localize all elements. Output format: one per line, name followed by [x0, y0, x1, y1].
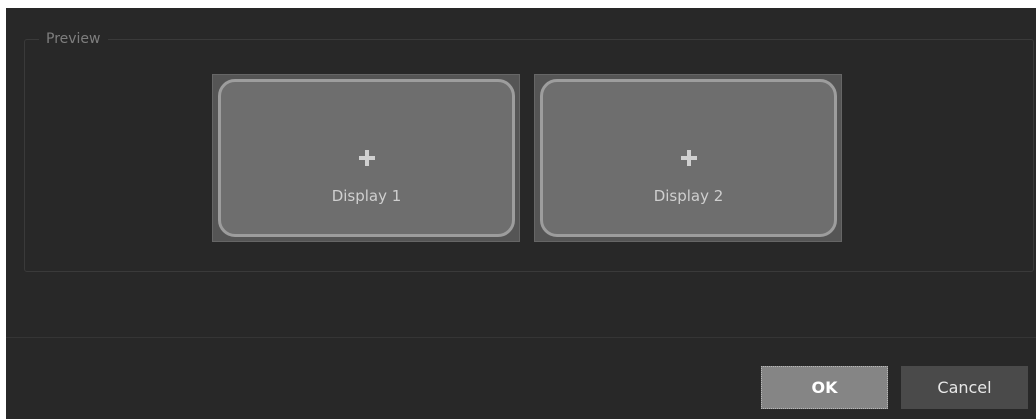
display-settings-dialog: Preview Display 1 Display 2 OK Cancel [6, 8, 1036, 419]
display-1-label: Display 1 [331, 187, 402, 205]
plus-icon [358, 150, 375, 166]
plus-icon [680, 150, 697, 166]
footer-divider [6, 337, 1036, 338]
display-2-tile[interactable]: Display 2 [540, 79, 837, 237]
display-1-slot[interactable]: Display 1 [212, 74, 520, 242]
display-2-label: Display 2 [653, 187, 724, 205]
ok-button[interactable]: OK [761, 366, 888, 409]
display-1-tile[interactable]: Display 1 [218, 79, 515, 237]
preview-legend: Preview [39, 30, 108, 48]
preview-group: Preview Display 1 Display 2 [24, 30, 1034, 272]
display-2-slot[interactable]: Display 2 [534, 74, 842, 242]
cancel-button[interactable]: Cancel [901, 366, 1028, 409]
